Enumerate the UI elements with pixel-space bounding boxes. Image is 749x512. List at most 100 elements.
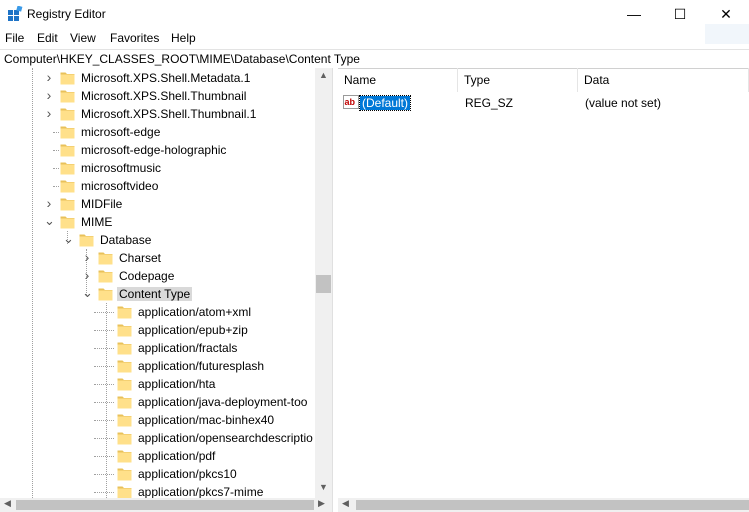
chevron-down-icon[interactable]: ⌄ [63, 231, 74, 247]
tree-guide-line [94, 402, 114, 403]
menu-file[interactable]: File [5, 31, 24, 45]
tree-node-label[interactable]: Content Type [117, 287, 193, 301]
column-header-name[interactable]: Name [338, 68, 458, 92]
tree-guide-line [94, 456, 114, 457]
folder-icon [117, 432, 132, 445]
folder-icon [79, 234, 94, 247]
folder-icon [117, 342, 132, 355]
tree-guide-line [94, 420, 114, 421]
tree-node-label[interactable]: application/java-deployment-too [136, 395, 309, 409]
folder-icon [117, 450, 132, 463]
tree-guide-line [106, 303, 107, 498]
tree-node-label[interactable]: microsoftmusic [79, 161, 163, 175]
key-tree[interactable]: › Microsoft.XPS.Shell.Metadata.1 › Microsof… [0, 68, 315, 498]
chevron-right-icon[interactable]: › [82, 267, 92, 283]
folder-icon [60, 72, 75, 85]
scroll-down-icon[interactable]: ▼ [315, 482, 332, 492]
folder-icon [60, 90, 75, 103]
tree-guide-line [94, 438, 114, 439]
value-data: (value not set) [585, 96, 662, 110]
tree-node-label[interactable]: application/pkcs7-mime [136, 485, 265, 498]
tree-node-label[interactable]: application/mac-binhex40 [136, 413, 276, 427]
menu-edit[interactable]: Edit [37, 31, 58, 45]
column-header-type[interactable]: Type [458, 68, 578, 92]
minimize-button[interactable]: — [611, 0, 657, 28]
scroll-right-icon[interactable]: ▶ [318, 498, 325, 509]
address-path[interactable]: Computer\HKEY_CLASSES_ROOT\MIME\Database… [4, 52, 360, 66]
menu-help[interactable]: Help [171, 31, 196, 45]
tree-guide-line [53, 168, 59, 169]
tree-horizontal-scrollbar[interactable]: ◀ ▶ [0, 498, 332, 512]
value-type: REG_SZ [465, 96, 514, 110]
folder-icon [98, 270, 113, 283]
tree-node-label[interactable]: application/hta [136, 377, 217, 391]
minimize-icon: — [627, 6, 641, 22]
scroll-up-icon[interactable]: ▲ [315, 70, 332, 80]
menu-favorites[interactable]: Favorites [110, 31, 159, 45]
tree-guide-line [53, 132, 59, 133]
address-bar[interactable]: Computer\HKEY_CLASSES_ROOT\MIME\Database… [0, 49, 749, 69]
tree-node-label[interactable]: microsoftvideo [79, 179, 160, 193]
chevron-down-icon[interactable]: ⌄ [82, 285, 93, 301]
maximize-button[interactable]: ☐ [657, 0, 703, 28]
column-header-data[interactable]: Data [578, 68, 749, 92]
folder-icon [60, 198, 75, 211]
tree-node-label[interactable]: Microsoft.XPS.Shell.Metadata.1 [79, 71, 252, 85]
tree-node-label[interactable]: MIDFile [79, 197, 124, 211]
values-horizontal-scrollbar[interactable]: ◀ [338, 498, 749, 512]
folder-icon [60, 216, 75, 229]
folder-icon [117, 486, 132, 498]
tree-node-label[interactable]: application/fractals [136, 341, 239, 355]
chevron-right-icon[interactable]: › [44, 195, 54, 211]
chevron-right-icon[interactable]: › [82, 249, 92, 265]
tree-vertical-scrollbar[interactable]: ▲ ▼ [315, 68, 332, 498]
tree-node-label[interactable]: Charset [117, 251, 163, 265]
tree-guide-line [94, 366, 114, 367]
registry-editor-icon [8, 6, 23, 21]
folder-icon [60, 108, 75, 121]
svg-text:ab: ab [345, 97, 356, 107]
tree-guide-line [94, 330, 114, 331]
folder-icon [117, 378, 132, 391]
tree-node-label[interactable]: application/futuresplash [136, 359, 266, 373]
chevron-right-icon[interactable]: › [44, 87, 54, 103]
tree-node-label[interactable]: application/pkcs10 [136, 467, 239, 481]
folder-icon [98, 288, 113, 301]
close-icon: ✕ [720, 6, 732, 22]
tree-node-label[interactable]: Database [98, 233, 153, 247]
scroll-thumb[interactable] [16, 500, 314, 510]
scroll-left-icon[interactable]: ◀ [342, 498, 349, 509]
tree-guide-line [32, 68, 33, 498]
tree-node-label[interactable]: application/pdf [136, 449, 217, 463]
maximize-icon: ☐ [673, 6, 687, 22]
folder-icon [117, 360, 132, 373]
tree-node-label[interactable]: application/opensearchdescriptio [136, 431, 315, 445]
scroll-thumb[interactable] [316, 275, 331, 293]
menu-view[interactable]: View [70, 31, 96, 45]
chevron-right-icon[interactable]: › [44, 105, 54, 121]
folder-icon [117, 324, 132, 337]
folder-icon [117, 414, 132, 427]
folder-icon [60, 162, 75, 175]
tree-node-label[interactable]: Codepage [117, 269, 176, 283]
folder-icon [117, 306, 132, 319]
tree-guide-line [53, 150, 59, 151]
folder-icon [98, 252, 113, 265]
chevron-right-icon[interactable]: › [44, 69, 54, 85]
window-title: Registry Editor [27, 7, 106, 21]
value-row[interactable]: ab (Default) REG_SZ (value not set) [338, 94, 749, 112]
tree-node-label[interactable]: application/atom+xml [136, 305, 253, 319]
tree-node-label[interactable]: Microsoft.XPS.Shell.Thumbnail [79, 89, 248, 103]
values-list[interactable]: Name Type Data ab (Default) REG_SZ (valu… [338, 68, 749, 498]
tree-node-label[interactable]: application/epub+zip [136, 323, 250, 337]
folder-icon [60, 126, 75, 139]
tree-node-label[interactable]: microsoft-edge [79, 125, 162, 139]
scroll-left-icon[interactable]: ◀ [4, 498, 11, 509]
tree-node-label[interactable]: MIME [79, 215, 114, 229]
folder-icon [117, 468, 132, 481]
tree-node-label[interactable]: microsoft-edge-holographic [79, 143, 228, 157]
chevron-down-icon[interactable]: ⌄ [44, 213, 55, 229]
value-name[interactable]: (Default) [358, 95, 412, 111]
scroll-thumb[interactable] [356, 500, 749, 510]
tree-node-label[interactable]: Microsoft.XPS.Shell.Thumbnail.1 [79, 107, 258, 121]
